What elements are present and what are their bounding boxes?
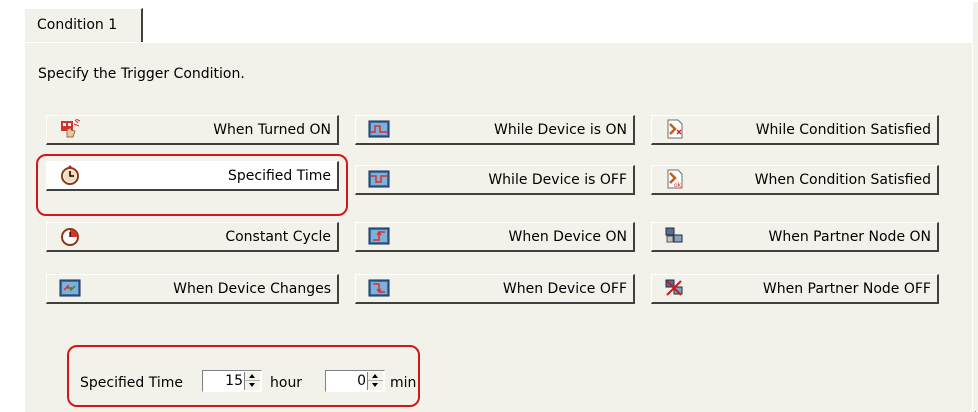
- condition-doc-icon: [667, 119, 683, 139]
- minute-unit-label: min: [390, 375, 417, 391]
- tab-label: Condition 1: [37, 17, 118, 33]
- hand-touch-icon: [61, 119, 81, 138]
- device-on-wave-icon: [368, 120, 390, 138]
- device-rise-icon: [368, 227, 390, 245]
- while-device-is-on-button[interactable]: While Device is ON: [355, 115, 635, 145]
- when-partner-node-on-button[interactable]: When Partner Node ON: [651, 222, 939, 252]
- condition-ok-icon: ok: [667, 169, 683, 189]
- minute-spin-arrows[interactable]: [367, 372, 383, 390]
- tab-strip-line: [143, 40, 973, 41]
- specified-time-label: Specified Time: [80, 375, 184, 391]
- button-label: When Condition Satisfied: [754, 172, 931, 188]
- device-off-wave-icon: [368, 170, 390, 188]
- hour-unit-label: hour: [270, 375, 303, 391]
- constant-cycle-button[interactable]: Constant Cycle: [46, 222, 339, 252]
- device-fall-icon: [368, 279, 390, 297]
- button-label: When Partner Node OFF: [762, 281, 931, 297]
- cycle-clock-icon: [61, 228, 79, 246]
- partner-node-on-icon: [665, 227, 683, 243]
- partner-node-off-icon: [665, 279, 683, 296]
- when-device-changes-button[interactable]: When Device Changes: [46, 274, 339, 304]
- while-device-is-off-button[interactable]: While Device is OFF: [355, 165, 635, 195]
- when-device-on-button[interactable]: When Device ON: [355, 222, 635, 252]
- when-turned-on-button[interactable]: When Turned ON: [46, 115, 339, 145]
- button-label: While Condition Satisfied: [755, 122, 931, 138]
- when-device-off-button[interactable]: When Device OFF: [355, 274, 635, 304]
- minute-down-icon[interactable]: [368, 381, 383, 390]
- minute-value: 0: [357, 373, 366, 389]
- button-label: When Partner Node ON: [768, 229, 931, 245]
- button-label: While Device is ON: [493, 122, 627, 138]
- device-change-icon: [59, 279, 81, 297]
- button-label: Constant Cycle: [225, 229, 331, 245]
- hour-stepper[interactable]: 15: [202, 370, 262, 392]
- minute-up-icon[interactable]: [368, 372, 383, 381]
- while-condition-satisfied-button[interactable]: While Condition Satisfied: [651, 115, 939, 145]
- minute-stepper[interactable]: 0: [325, 370, 385, 392]
- tab-condition-1[interactable]: Condition 1: [24, 8, 143, 42]
- left-margin: [0, 0, 24, 411]
- when-partner-node-off-button[interactable]: When Partner Node OFF: [651, 274, 939, 304]
- button-label: While Device is OFF: [488, 172, 627, 188]
- button-label: When Device ON: [508, 229, 627, 245]
- button-label: When Device Changes: [173, 281, 331, 297]
- when-condition-satisfied-button[interactable]: ok When Condition Satisfied: [651, 165, 939, 195]
- svg-text:ok: ok: [674, 182, 682, 189]
- specified-time-highlight: [36, 154, 348, 216]
- button-label: When Device OFF: [502, 281, 627, 297]
- hour-value: 15: [225, 373, 243, 389]
- instruction-text: Specify the Trigger Condition.: [38, 66, 245, 82]
- panel-right-edge: [972, 2, 978, 411]
- hour-spin-arrows[interactable]: [244, 372, 260, 390]
- hour-down-icon[interactable]: [245, 381, 260, 390]
- hour-up-icon[interactable]: [245, 372, 260, 381]
- button-label: When Turned ON: [213, 122, 331, 138]
